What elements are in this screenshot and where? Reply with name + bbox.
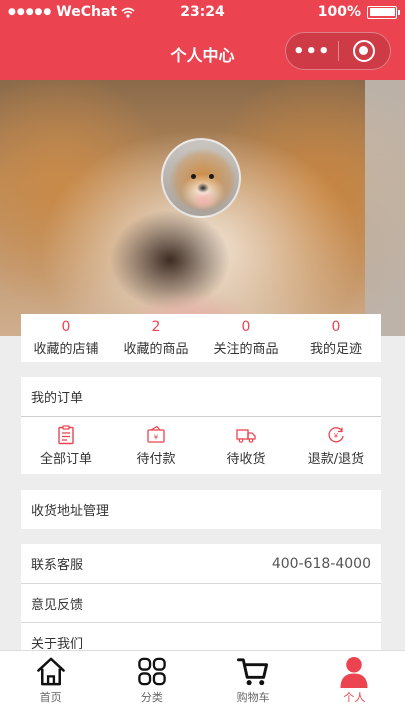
contact-label: 联系客服 (31, 558, 84, 573)
stat-label: 收藏的店铺 (33, 342, 99, 357)
service-card: 联系客服 400-618-4000 意见反馈 关于我们 (21, 544, 381, 650)
stat-label: 关注的商品 (213, 342, 279, 357)
feedback-row[interactable]: 意见反馈 (21, 583, 381, 622)
battery-percent: 100% (317, 4, 361, 20)
avatar[interactable] (161, 138, 241, 218)
grid-icon (138, 657, 166, 686)
svg-text:¥: ¥ (154, 434, 159, 442)
stats-bar: 0 收藏的店铺 2 收藏的商品 0 关注的商品 0 我的足迹 (21, 314, 381, 362)
clipboard-icon (58, 425, 74, 445)
stat-count: 2 (151, 319, 161, 335)
tab-profile[interactable]: 个人 (304, 651, 405, 705)
order-pending-payment-button[interactable]: ¥ 待付款 (111, 417, 201, 474)
tab-home[interactable]: 首页 (0, 651, 101, 705)
contact-phone[interactable]: 400-618-4000 (272, 556, 371, 572)
stat-count: 0 (331, 319, 341, 335)
order-all-button[interactable]: 全部订单 (21, 417, 111, 474)
person-icon (340, 656, 368, 688)
mini-program-capsule: ••• (285, 32, 391, 70)
refund-icon: ¥ (328, 427, 344, 443)
orders-header[interactable]: 我的订单 (21, 377, 381, 416)
more-button[interactable]: ••• (286, 41, 338, 62)
tab-cart[interactable]: 购物车 (203, 651, 304, 705)
stat-label: 我的足迹 (309, 342, 362, 357)
battery-icon (367, 5, 400, 19)
home-icon (36, 657, 65, 686)
stat-count: 0 (241, 319, 251, 335)
tab-category[interactable]: 分类 (101, 651, 202, 705)
stat-count: 0 (61, 319, 71, 335)
payment-icon: ¥ (147, 425, 165, 443)
cart-icon (237, 658, 269, 686)
tab-label: 个人 (343, 691, 366, 704)
about-us-row[interactable]: 关于我们 (21, 622, 381, 650)
about-label: 关于我们 (31, 636, 84, 651)
tab-bar: 首页 分类 购物车 个人 (0, 650, 405, 705)
stat-label: 收藏的商品 (123, 342, 189, 357)
top-bar: ●●●●● WeChat 23:24 100% 个人中心 ••• (0, 0, 405, 80)
tab-label: 首页 (39, 691, 62, 704)
feedback-label: 意见反馈 (31, 597, 84, 613)
truck-icon (236, 429, 256, 443)
order-status-list: 全部订单 ¥ 待付款 待收货 ¥ 退款/退货 (21, 416, 381, 474)
orders-card: 我的订单 全部订单 ¥ 待付款 待收货 ¥ 退款/退货 (21, 377, 381, 474)
tab-label: 购物车 (236, 691, 270, 704)
stat-footprints[interactable]: 0 我的足迹 (291, 314, 381, 362)
address-management-row[interactable]: 收货地址管理 (21, 490, 381, 529)
order-label: 待付款 (136, 452, 176, 467)
order-label: 退款/退货 (307, 452, 365, 467)
stat-favorite-products[interactable]: 2 收藏的商品 (111, 314, 201, 362)
orders-title: 我的订单 (31, 391, 84, 406)
svg-text:¥: ¥ (334, 432, 339, 440)
address-label: 收货地址管理 (31, 504, 110, 519)
status-bar: ●●●●● WeChat 23:24 100% (0, 0, 405, 26)
order-label: 全部订单 (39, 452, 92, 467)
order-label: 待收货 (226, 452, 266, 467)
contact-service-row[interactable]: 联系客服 400-618-4000 (21, 544, 381, 583)
stat-followed-products[interactable]: 0 关注的商品 (201, 314, 291, 362)
tab-label: 分类 (140, 691, 163, 704)
order-pending-receipt-button[interactable]: 待收货 (201, 417, 291, 474)
address-card: 收货地址管理 (21, 490, 381, 529)
close-target-icon (353, 40, 376, 62)
order-refund-button[interactable]: ¥ 退款/退货 (291, 417, 381, 474)
close-button[interactable] (338, 40, 390, 62)
stat-favorite-shops[interactable]: 0 收藏的店铺 (21, 314, 111, 362)
